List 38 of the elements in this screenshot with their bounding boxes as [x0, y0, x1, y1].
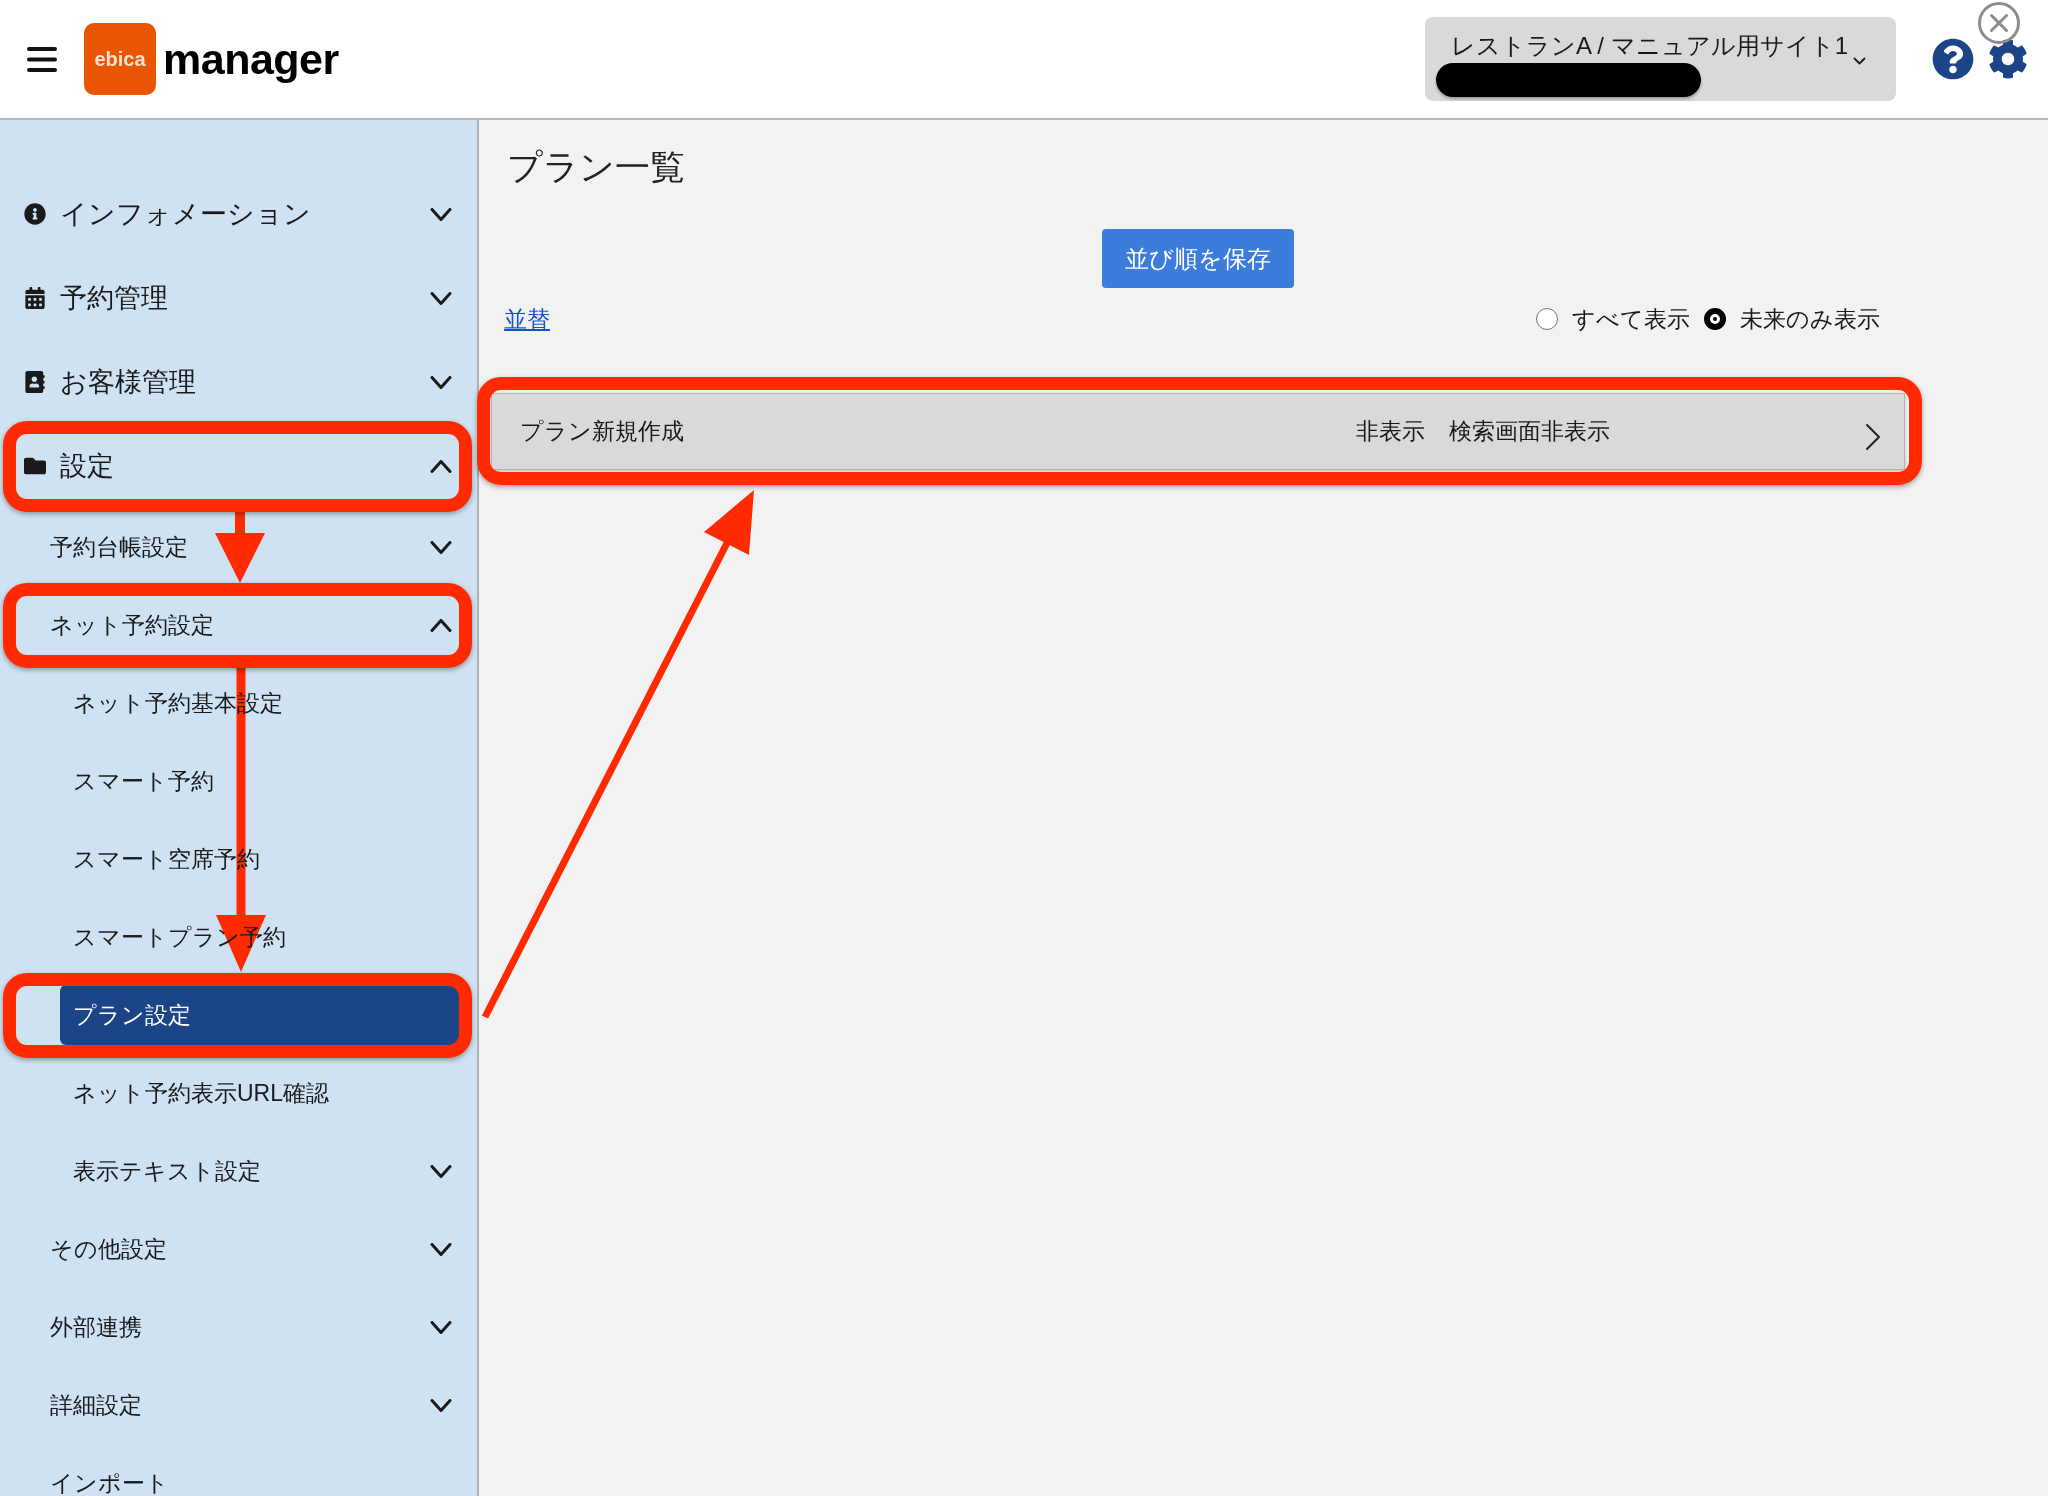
folder-icon [24, 455, 46, 477]
radio-button[interactable] [1704, 308, 1726, 330]
app-name: manager [163, 37, 339, 81]
sidebar-item[interactable]: 外部連携 [50, 1315, 452, 1339]
sidebar-item[interactable]: インポート [50, 1471, 169, 1495]
sidebar-item[interactable]: 予約管理 [24, 284, 452, 312]
plan-row[interactable]: プラン新規作成 非表示 検索画面非表示 [491, 393, 1905, 470]
help-icon[interactable] [1932, 38, 1974, 80]
sidebar-item[interactable]: プラン設定 [60, 985, 461, 1045]
radio-label[interactable]: すべて表示 [1572, 307, 1690, 331]
sidebar-item[interactable]: インフォメーション [24, 200, 452, 228]
radio-button[interactable] [1536, 308, 1558, 330]
sidebar-item[interactable]: スマート予約 [73, 769, 214, 793]
sort-link[interactable]: 並替 [504, 307, 550, 331]
contact-card-icon [24, 371, 46, 393]
radio-label[interactable]: 未来のみ表示 [1740, 307, 1880, 331]
sidebar-item[interactable]: その他設定 [50, 1237, 452, 1261]
menu-icon[interactable] [27, 46, 57, 72]
sidebar-item[interactable]: 予約台帳設定 [50, 535, 452, 559]
logo-mark: ebica [84, 23, 156, 95]
chevron-right-icon [1865, 422, 1881, 451]
info-icon [24, 203, 46, 225]
calendar-icon [24, 287, 46, 309]
status-label: 検索画面非表示 [1449, 420, 1610, 443]
annotation-arrow [215, 512, 265, 583]
plan-name: プラン新規作成 [520, 420, 685, 443]
save-order-button[interactable]: 並び順を保存 [1102, 229, 1294, 288]
sidebar-item[interactable]: お客様管理 [24, 368, 452, 396]
sidebar-item[interactable]: 表示テキスト設定 [73, 1159, 452, 1183]
settings-icon[interactable] [1988, 39, 2028, 79]
sidebar-item[interactable]: 設定 [24, 452, 452, 480]
page-title: プラン一覧 [507, 149, 686, 184]
sidebar-item[interactable]: ネット予約表示URL確認 [73, 1081, 329, 1105]
status-label: 非表示 [1356, 420, 1425, 443]
sidebar-item[interactable]: 詳細設定 [50, 1393, 452, 1417]
sidebar-item[interactable]: ネット予約設定 [50, 613, 452, 637]
chevron-down-icon [1853, 57, 1866, 65]
site-selector[interactable]: レストランA / マニュアル用サイト1 [1425, 17, 1896, 101]
